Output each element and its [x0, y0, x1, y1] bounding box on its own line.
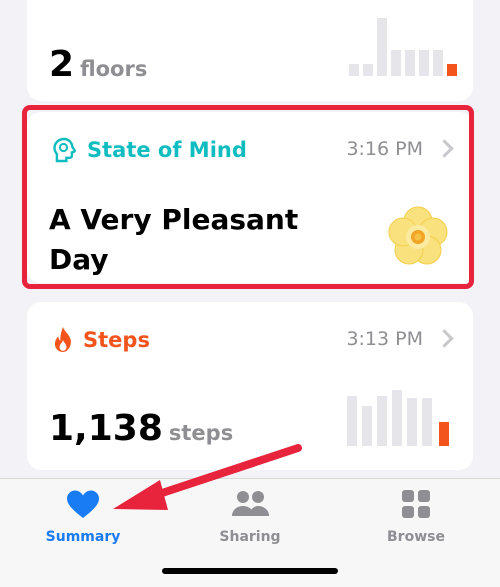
- annotation-arrow: [113, 444, 302, 510]
